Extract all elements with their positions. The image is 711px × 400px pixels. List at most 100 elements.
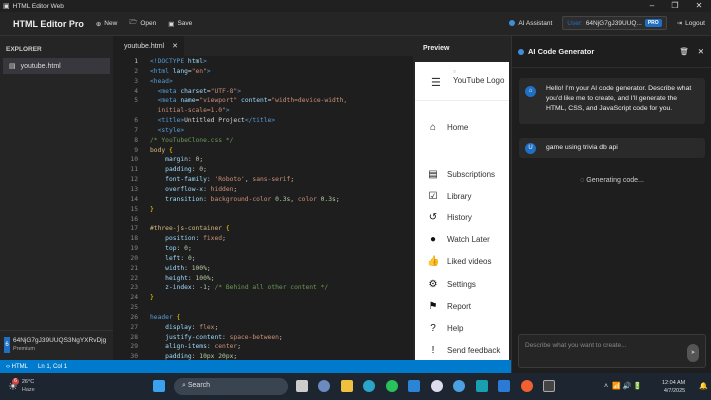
vscode-icon[interactable] (408, 380, 420, 392)
language-indicator[interactable]: ‹› HTML (6, 364, 28, 370)
nav-item-history[interactable]: ↺ History (427, 212, 472, 223)
code-token: } (150, 294, 154, 302)
cursor-position[interactable]: Ln 1, Col 1 (38, 364, 67, 370)
line-number: 4 (134, 87, 138, 95)
edge-icon[interactable] (363, 380, 375, 392)
prompt-placeholder: Describe what you want to create... (525, 342, 627, 349)
code-line: 15} (113, 205, 413, 215)
send-button[interactable]: ➤ (687, 344, 699, 362)
nav-item-subscriptions[interactable]: ▤ Subscriptions (427, 169, 495, 180)
line-text: justify-content: space-between; (139, 333, 283, 343)
code-token: : (187, 274, 196, 282)
taskbar-search[interactable]: ⌕ Search (174, 378, 288, 395)
new-button[interactable]: ⊕ New (96, 20, 117, 28)
robot-icon (518, 48, 524, 55)
plus-circle-icon: ⊕ (95, 20, 102, 28)
app-icon[interactable] (431, 380, 443, 392)
code-token: ; (335, 195, 340, 203)
close-window-button[interactable]: ✕ (687, 0, 711, 12)
task-view-icon[interactable] (296, 380, 308, 392)
code-line: 6 <title>Untitled Project</title> (113, 116, 413, 126)
line-text: padding: 10px 20px; (139, 352, 237, 360)
ai-assistant-button[interactable]: AI Assistant (509, 20, 552, 27)
code-token: name (180, 97, 196, 105)
line-text: #three-js-container { (139, 224, 230, 234)
code-token: > (203, 58, 207, 65)
line-number: 8 (134, 136, 138, 144)
line-number: 15 (130, 205, 138, 213)
minimize-button[interactable]: – (640, 0, 664, 12)
nav-item-library[interactable]: ☑ Library (427, 191, 472, 202)
open-button[interactable]: 🗁 Open (129, 18, 156, 29)
line-number: 7 (134, 126, 138, 134)
file-item[interactable]: ▤ youtube.html (3, 58, 110, 74)
nav-item-report[interactable]: ⚑ Report (427, 301, 472, 312)
nav-label: Help (447, 324, 464, 333)
code-token: 0.3s (275, 195, 291, 203)
ai-panel-header: AI Code Generator 🗑 ✕ (512, 36, 711, 68)
settings-app-icon[interactable] (318, 380, 330, 392)
code-line: 8 /* YouTubeClone.css */ (113, 136, 413, 146)
prompt-input[interactable]: Describe what you want to create... ➤ (518, 334, 706, 368)
app-icon[interactable] (521, 380, 533, 392)
line-text: /* YouTubeClone.css */ (139, 136, 233, 146)
file-explorer-icon[interactable] (341, 380, 353, 392)
html-editor-taskbar-icon[interactable] (543, 380, 555, 392)
nav-item-home[interactable]: ⌂ Home (427, 122, 468, 133)
tab-youtube-html[interactable]: youtube.html ✕ (113, 36, 184, 56)
code-token: justify-content (150, 333, 223, 341)
line-text: <meta charset="UTF-8"> (139, 87, 241, 97)
line-text: <!DOCTYPE html> (139, 57, 207, 67)
line-text: body { (139, 146, 173, 156)
hamburger-menu-icon[interactable]: ☰ (431, 76, 441, 89)
flag-icon: ⚑ (428, 301, 438, 312)
app-icon[interactable] (476, 380, 488, 392)
tray-icons[interactable]: ˄ 📶 🔊 🔋 (604, 382, 642, 390)
nav-item-settings[interactable]: ⚙ Settings (427, 279, 476, 290)
code-line: 21 width: 100%; (113, 264, 413, 274)
line-text: <meta name="viewport" content="width=dev… (139, 96, 348, 106)
code-token: sans-serif (252, 176, 291, 184)
restore-button[interactable]: ❐ (663, 0, 687, 12)
nav-item-watch-later[interactable]: ● Watch Later (427, 234, 490, 245)
code-token: position (150, 235, 196, 243)
line-number: 28 (130, 333, 138, 341)
save-button[interactable]: ▣ Save (168, 20, 192, 28)
user-avatar: 6 (4, 336, 10, 353)
clear-chat-icon[interactable]: 🗑 (679, 47, 689, 56)
code-token: : (180, 254, 188, 262)
start-icon[interactable] (153, 380, 165, 392)
whatsapp-icon[interactable] (386, 380, 398, 392)
code-token: > (206, 67, 211, 75)
nav-item-send-feedback[interactable]: ! Send feedback (427, 345, 501, 356)
code-token: : (184, 264, 192, 272)
logout-button[interactable]: ⇥ Logout (677, 19, 705, 28)
line-number: 5 (134, 97, 138, 105)
code-token: /* YouTubeClone.css */ (150, 136, 234, 144)
clock[interactable]: 12:04 AM 4/7/2025 (662, 379, 685, 395)
line-number: 14 (130, 195, 138, 203)
weather-widget[interactable]: ☀ 6 26°C Haze (8, 377, 35, 394)
code-token: { (225, 225, 230, 233)
code-line: 14 transition: background-color 0.3s, co… (113, 195, 413, 205)
user-name: 64NjG7gJ39UUQS3NgYXRvDjg (13, 337, 107, 344)
outlook-icon[interactable] (498, 380, 510, 392)
code-token: padding (150, 166, 192, 174)
line-number: 12 (130, 176, 138, 184)
close-panel-icon[interactable]: ✕ (698, 47, 704, 56)
code-line: 16 (113, 215, 413, 225)
notification-bell-icon[interactable]: 🔔 (699, 382, 708, 390)
close-tab-icon[interactable]: ✕ (172, 42, 178, 50)
window-title: HTML Editor Web (12, 2, 64, 10)
line-text: <style> (139, 126, 185, 136)
assistant-message: ⌂ Hello! I'm your AI code generator. Desc… (519, 78, 705, 124)
code-token: <title> (157, 117, 185, 125)
nav-item-help[interactable]: ? Help (427, 323, 463, 334)
line-number: 24 (130, 294, 138, 302)
open-label: Open (140, 20, 157, 27)
browser-icon[interactable] (453, 380, 465, 392)
code-area[interactable]: 1 <!DOCTYPE html> 2 <html lang="en"> 3 <head>… (113, 56, 413, 360)
code-line: 7 <style> (113, 126, 413, 136)
nav-item-liked-videos[interactable]: 👍 Liked videos (427, 256, 491, 267)
